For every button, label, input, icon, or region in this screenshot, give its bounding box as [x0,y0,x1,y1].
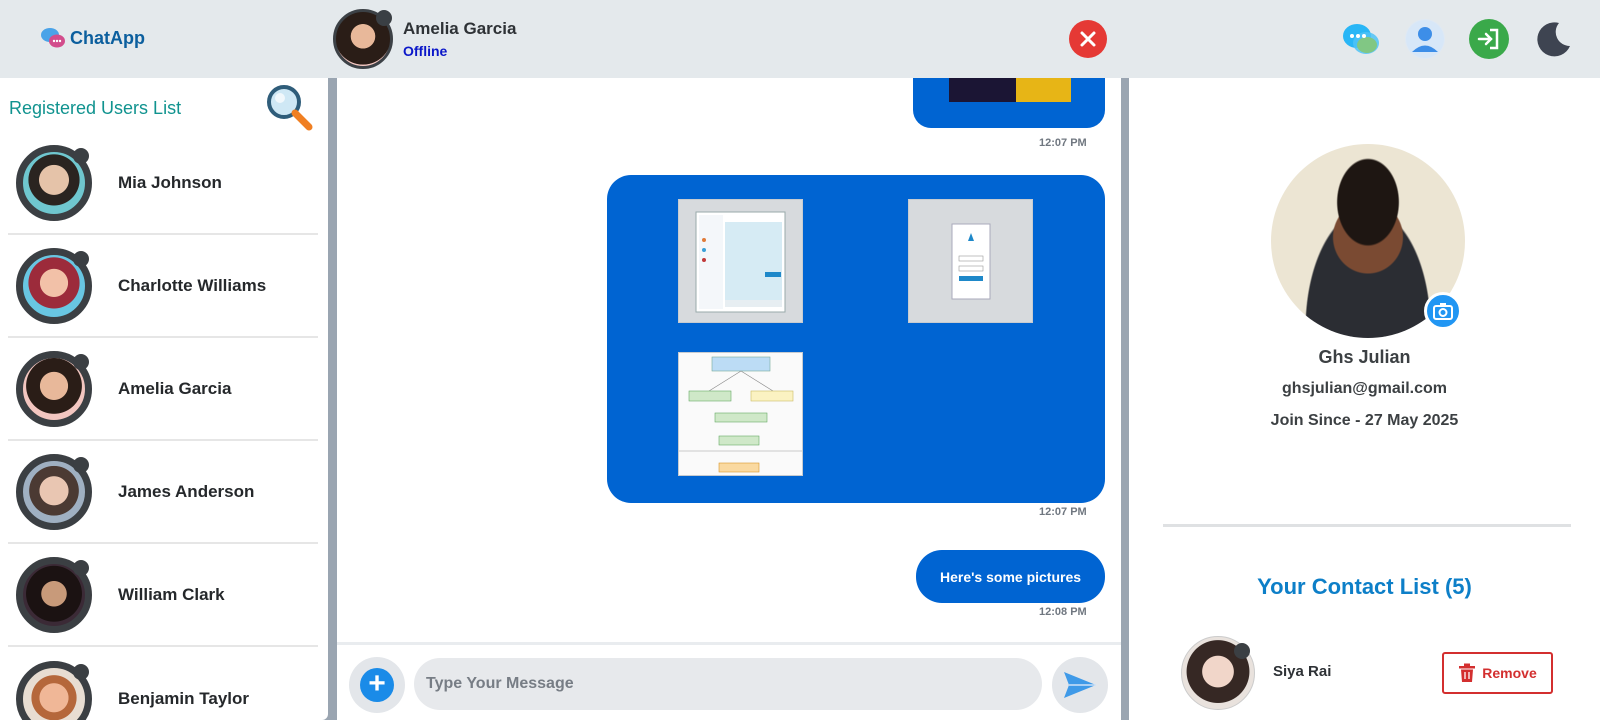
status-dot [376,10,392,26]
user-list-item[interactable]: Charlotte Williams [8,235,318,338]
change-photo-button[interactable] [1424,292,1462,330]
app-header: ChatApp Amelia Garcia Offline [0,0,1600,78]
status-dot [73,250,89,267]
send-button[interactable] [1052,657,1108,713]
user-name: Benjamin Taylor [118,688,249,708]
status-dot [73,559,89,576]
user-list-item[interactable]: Benjamin Taylor [8,647,318,720]
close-chat-button[interactable] [1069,20,1107,58]
search-icon[interactable] [266,84,314,132]
status-dot [73,456,89,473]
add-attachment-button[interactable]: + [349,657,405,713]
user-name: Amelia Garcia [118,378,232,398]
message-image[interactable] [678,199,803,323]
camera-icon [1433,303,1453,320]
logout-icon[interactable] [1469,19,1509,59]
message-image[interactable] [908,199,1033,323]
registered-users-sidebar: Registered Users List Mia Johnson Charlo… [0,78,328,720]
status-dot [73,147,89,164]
remove-contact-button[interactable]: Remove [1442,652,1553,694]
plus-icon: + [360,668,394,702]
avatar[interactable] [1181,636,1255,710]
message-composer: + [337,642,1121,720]
message-time: 12:08 PM [1039,606,1087,618]
profile-icon[interactable] [1405,19,1445,59]
message-image[interactable] [678,352,803,476]
user-list-item[interactable]: Mia Johnson [8,132,318,235]
user-list-item[interactable]: William Clark [8,544,318,647]
user-name: William Clark [118,584,225,604]
status-dot [73,663,89,680]
message-image[interactable] [949,78,1071,102]
avatar [333,9,393,69]
status-dot [73,353,89,370]
chat-bubbles-icon [41,28,65,48]
message-time: 12:07 PM [1039,506,1087,518]
profile-join-date: Join Since - 27 May 2025 [1270,412,1459,429]
user-list-item[interactable]: James Anderson [8,441,318,544]
close-icon [1080,31,1096,47]
contact-list-title: Your Contact List (5) [1257,574,1472,599]
image-message-bubble [607,175,1105,503]
message-time: 12:07 PM [1039,137,1087,149]
text-message-bubble[interactable]: Here's some pictures [916,550,1105,603]
remove-label: Remove [1482,665,1537,681]
user-name: Charlotte Williams [118,275,267,295]
message-input[interactable] [414,658,1042,710]
user-list-item[interactable]: Amelia Garcia [8,338,318,441]
profile-name: Ghs Julian [1318,347,1411,367]
contact-name: Siya Rai [1273,663,1332,680]
image-message-bubble[interactable] [913,78,1105,128]
avatar [16,350,92,427]
avatar [16,660,92,720]
user-name: James Anderson [118,481,255,501]
app-name: ChatApp [70,27,145,48]
dark-mode-icon[interactable] [1533,19,1573,59]
avatar [16,144,92,221]
trash-icon [1459,663,1476,682]
chat-panel: 12:07 PM 12:07 PM Here's some pictures 1… [337,78,1121,720]
profile-email: ghsjulian@gmail.com [1282,380,1447,397]
avatar [16,556,92,633]
send-icon [1064,672,1096,698]
active-chat-name: Amelia Garcia [403,19,517,38]
active-chat-header[interactable]: Amelia Garcia Offline [333,9,516,69]
status-dot [1234,643,1250,659]
avatar [16,247,92,324]
avatar [16,453,92,530]
divider [1163,524,1571,527]
sidebar-title: Registered Users List [9,98,182,118]
chat-icon[interactable] [1341,19,1381,59]
active-chat-status: Offline [403,43,448,59]
profile-panel: Ghs Julian ghsjulian@gmail.com Join Sinc… [1129,78,1600,720]
user-name: Mia Johnson [118,172,222,192]
app-logo[interactable]: ChatApp [40,26,145,50]
